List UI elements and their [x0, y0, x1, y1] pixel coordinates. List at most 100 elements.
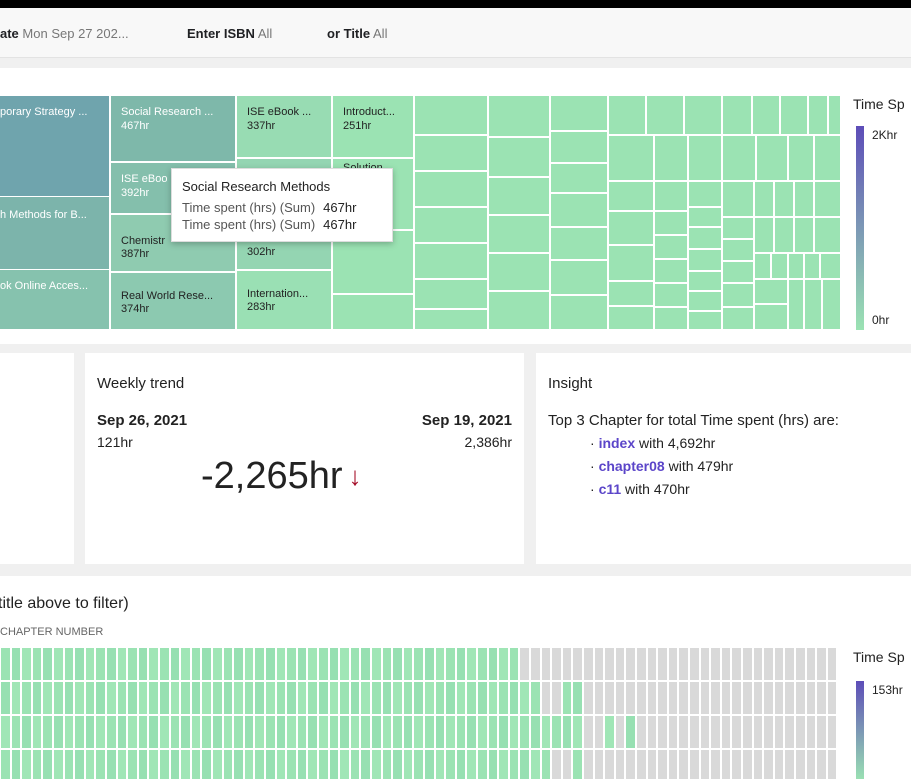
heatmap-cell[interactable]: [190, 749, 202, 779]
heatmap-cell[interactable]: [487, 749, 499, 779]
heatmap-cell[interactable]: [784, 715, 795, 749]
heatmap-cell[interactable]: [466, 647, 477, 681]
heatmap-cell[interactable]: [339, 749, 350, 779]
treemap-tile[interactable]: [550, 163, 608, 193]
heatmap-cell[interactable]: [0, 715, 11, 749]
treemap-tile[interactable]: [820, 253, 841, 279]
heatmap-cell[interactable]: [328, 647, 340, 681]
heatmap-cell[interactable]: [360, 749, 371, 779]
heatmap-cell[interactable]: [699, 749, 711, 779]
treemap-tile[interactable]: Social Research ... 467hr: [110, 95, 236, 162]
heatmap-cell[interactable]: [84, 749, 96, 779]
heatmap-cell[interactable]: [339, 715, 350, 749]
heatmap-cell[interactable]: [190, 681, 202, 715]
heatmap-cell[interactable]: [21, 647, 32, 681]
date-filter[interactable]: ate Mon Sep 27 202...: [0, 26, 129, 41]
heatmap-cell[interactable]: [169, 715, 181, 749]
heatmap-cell[interactable]: [53, 749, 64, 779]
heatmap-cell[interactable]: [466, 715, 477, 749]
heatmap-cell[interactable]: [307, 715, 318, 749]
heatmap-cell[interactable]: [275, 647, 287, 681]
heatmap-cell[interactable]: [222, 647, 234, 681]
heatmap-cell[interactable]: [127, 681, 138, 715]
heatmap-cell[interactable]: [137, 681, 149, 715]
heatmap-cell[interactable]: [434, 681, 446, 715]
heatmap-cell[interactable]: [498, 647, 509, 681]
heatmap-cell[interactable]: [805, 749, 817, 779]
heatmap-cell[interactable]: [42, 715, 53, 749]
treemap-tile[interactable]: [332, 294, 414, 330]
heatmap-cell[interactable]: [508, 749, 520, 779]
heatmap-cell[interactable]: [561, 715, 573, 749]
heatmap-cell[interactable]: [561, 681, 573, 715]
treemap-tile[interactable]: [822, 279, 841, 330]
heatmap-cell[interactable]: [498, 681, 509, 715]
insight-item-name[interactable]: c11: [599, 481, 622, 497]
heatmap-cell[interactable]: [339, 681, 350, 715]
title-filter[interactable]: or Title All: [327, 26, 387, 41]
heatmap-cell[interactable]: [243, 749, 255, 779]
heatmap-cell[interactable]: [180, 681, 191, 715]
heatmap-cell[interactable]: [710, 715, 721, 749]
treemap-tile[interactable]: [414, 135, 488, 171]
heatmap-cell[interactable]: [530, 749, 541, 779]
heatmap-cell[interactable]: [106, 715, 117, 749]
heatmap-cell[interactable]: [53, 647, 64, 681]
heatmap-cell[interactable]: [127, 749, 138, 779]
heatmap-cell[interactable]: [699, 681, 711, 715]
heatmap-cell[interactable]: [137, 647, 149, 681]
heatmap-cell[interactable]: [773, 681, 785, 715]
treemap-tile[interactable]: [550, 131, 608, 163]
heatmap-cell[interactable]: [551, 749, 562, 779]
heatmap-cell[interactable]: [265, 749, 276, 779]
heatmap-cell[interactable]: [180, 749, 191, 779]
treemap-tile[interactable]: [488, 95, 550, 137]
heatmap-cell[interactable]: [116, 681, 128, 715]
heatmap-cell[interactable]: [307, 647, 318, 681]
heatmap-cell[interactable]: [752, 749, 764, 779]
heatmap-cell[interactable]: [636, 749, 647, 779]
heatmap-cell[interactable]: [116, 749, 128, 779]
treemap-tile[interactable]: [608, 95, 646, 135]
heatmap-cell[interactable]: [530, 681, 541, 715]
heatmap-cell[interactable]: [137, 749, 149, 779]
heatmap-cell[interactable]: [169, 647, 181, 681]
heatmap-cell[interactable]: [10, 681, 22, 715]
heatmap-cell[interactable]: [63, 715, 75, 749]
heatmap-cell[interactable]: [254, 749, 265, 779]
treemap-tile[interactable]: [550, 295, 608, 330]
treemap-tile[interactable]: [654, 211, 688, 235]
heatmap-cell[interactable]: [286, 681, 297, 715]
treemap-tile[interactable]: [814, 135, 841, 181]
heatmap-cell[interactable]: [148, 647, 159, 681]
heatmap-cell[interactable]: [445, 749, 456, 779]
heatmap-cell[interactable]: [74, 715, 85, 749]
heatmap-cell[interactable]: [816, 647, 827, 681]
heatmap-cell[interactable]: [773, 749, 785, 779]
heatmap-cell[interactable]: [286, 647, 297, 681]
heatmap-cell[interactable]: [53, 681, 64, 715]
heatmap-cell[interactable]: [657, 681, 668, 715]
treemap-tile[interactable]: [654, 181, 688, 211]
heatmap-cell[interactable]: [657, 647, 668, 681]
treemap-tile[interactable]: [754, 304, 788, 330]
treemap-tile[interactable]: [550, 260, 608, 295]
treemap-tile[interactable]: [722, 307, 754, 330]
treemap-tile[interactable]: [688, 207, 722, 227]
heatmap-cell[interactable]: [201, 681, 212, 715]
heatmap-cell[interactable]: [21, 715, 32, 749]
heatmap-cell[interactable]: [689, 681, 700, 715]
heatmap-cell[interactable]: [742, 681, 753, 715]
heatmap-cell[interactable]: [710, 681, 721, 715]
treemap-tile[interactable]: [752, 95, 780, 135]
heatmap-cell[interactable]: [508, 681, 520, 715]
heatmap-cell[interactable]: [222, 681, 234, 715]
heatmap-cell[interactable]: [731, 715, 742, 749]
treemap-tile[interactable]: [754, 253, 771, 279]
heatmap-cell[interactable]: [614, 647, 626, 681]
heatmap-cell[interactable]: [636, 681, 647, 715]
heatmap-cell[interactable]: [614, 681, 626, 715]
isbn-filter[interactable]: Enter ISBN All: [187, 26, 272, 41]
heatmap-cell[interactable]: [349, 715, 361, 749]
heatmap-cell[interactable]: [477, 715, 488, 749]
